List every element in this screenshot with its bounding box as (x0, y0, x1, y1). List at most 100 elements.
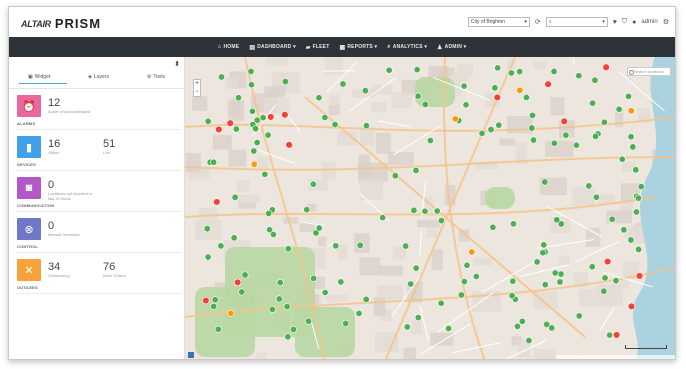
zoom-in-button[interactable]: + (194, 80, 200, 88)
status-ok-marker[interactable] (247, 81, 255, 89)
status-ok-marker[interactable] (232, 125, 240, 133)
nav-item-fleet[interactable]: ▰ FLEET (306, 44, 330, 51)
status-ok-marker[interactable] (361, 87, 369, 95)
status-warning-marker[interactable] (627, 107, 635, 115)
status-ok-marker[interactable] (518, 317, 526, 325)
status-ok-marker[interactable] (460, 278, 468, 286)
status-ok-marker[interactable] (315, 94, 323, 102)
status-ok-marker[interactable] (247, 67, 255, 75)
status-ok-marker[interactable] (637, 183, 645, 191)
status-ok-marker[interactable] (265, 209, 273, 217)
status-ok-marker[interactable] (600, 287, 608, 295)
status-ok-marker[interactable] (620, 226, 628, 234)
refresh-icon[interactable]: ⟳ (535, 18, 541, 26)
status-ok-marker[interactable] (575, 72, 583, 80)
status-ok-marker[interactable] (629, 143, 637, 151)
status-ok-marker[interactable] (600, 118, 608, 126)
status-ok-marker[interactable] (253, 139, 261, 147)
status-ok-marker[interactable] (553, 216, 561, 224)
status-ok-marker[interactable] (252, 125, 260, 133)
status-ok-marker[interactable] (472, 273, 480, 281)
status-ok-marker[interactable] (551, 269, 559, 277)
status-alarm-marker[interactable] (202, 296, 210, 305)
status-alarm-marker[interactable] (213, 198, 221, 206)
status-ok-marker[interactable] (379, 214, 387, 222)
tab-widget[interactable]: ▣ Widget (28, 74, 50, 80)
city-select[interactable]: City of Brighton ▾ (467, 17, 530, 27)
nav-item-reports[interactable]: ▦ REPORTS ▾ (339, 44, 377, 51)
nav-item-home[interactable]: ⌂ HOME (218, 44, 240, 50)
map-search-input[interactable]: Search locations (627, 67, 671, 76)
bell-icon[interactable]: ♥ (613, 19, 617, 26)
status-alarm-marker[interactable] (544, 80, 552, 88)
status-ok-marker[interactable] (230, 234, 238, 242)
status-ok-marker[interactable] (528, 124, 536, 132)
status-alarm-marker[interactable] (226, 119, 234, 127)
status-alarm-marker[interactable] (635, 272, 644, 280)
status-warning-marker[interactable] (451, 115, 459, 123)
status-ok-marker[interactable] (612, 277, 620, 285)
status-ok-marker[interactable] (588, 263, 596, 271)
status-ok-marker[interactable] (414, 92, 422, 100)
status-ok-marker[interactable] (529, 111, 537, 119)
status-ok-marker[interactable] (337, 278, 345, 286)
status-ok-marker[interactable] (513, 322, 521, 330)
status-alarm-marker[interactable] (281, 111, 289, 119)
status-ok-marker[interactable] (437, 217, 445, 225)
zoom-out-button[interactable]: − (194, 88, 200, 96)
status-warning-marker[interactable] (227, 309, 235, 317)
app-logo[interactable]: ALTAIR PRISM (21, 16, 101, 31)
tab-tools[interactable]: ⚙ Tools (147, 74, 165, 80)
status-ok-marker[interactable] (541, 281, 549, 289)
status-ok-marker[interactable] (203, 225, 211, 233)
status-ok-marker[interactable] (632, 166, 640, 174)
status-ok-marker[interactable] (211, 296, 219, 304)
status-ok-marker[interactable] (608, 215, 616, 223)
status-ok-marker[interactable] (489, 223, 497, 231)
status-ok-marker[interactable] (321, 114, 329, 122)
status-ok-marker[interactable] (421, 100, 429, 108)
status-ok-marker[interactable] (303, 206, 311, 214)
status-ok-marker[interactable] (615, 105, 623, 113)
status-ok-marker[interactable] (284, 245, 292, 253)
status-ok-marker[interactable] (445, 324, 453, 332)
status-ok-marker[interactable] (332, 242, 340, 250)
status-ok-marker[interactable] (413, 66, 421, 74)
status-ok-marker[interactable] (385, 66, 393, 74)
status-ok-marker[interactable] (210, 158, 218, 166)
status-ok-marker[interactable] (592, 132, 600, 140)
status-ok-marker[interactable] (214, 325, 222, 333)
status-ok-marker[interactable] (264, 131, 272, 139)
status-ok-marker[interactable] (627, 236, 635, 244)
status-alarm-marker[interactable] (267, 113, 275, 121)
status-ok-marker[interactable] (627, 133, 635, 141)
status-ok-marker[interactable] (507, 69, 515, 77)
status-ok-marker[interactable] (632, 208, 640, 216)
status-ok-marker[interactable] (269, 230, 277, 238)
status-ok-marker[interactable] (533, 258, 541, 266)
map-view[interactable]: + − Search locations (185, 57, 675, 359)
status-ok-marker[interactable] (592, 193, 600, 201)
status-ok-marker[interactable] (624, 92, 632, 100)
status-ok-marker[interactable] (572, 141, 580, 149)
status-ok-marker[interactable] (509, 277, 517, 285)
widget-card-devices[interactable]: ▮ 16 Offline 51 Live DEVICES (15, 134, 181, 174)
status-ok-marker[interactable] (331, 121, 339, 129)
widget-card-control[interactable]: ⊗ 0 Manual Overrides CONTROL (15, 216, 181, 256)
status-ok-marker[interactable] (634, 194, 642, 202)
status-ok-marker[interactable] (309, 180, 317, 188)
status-alarm-marker[interactable] (560, 117, 568, 126)
status-alarm-marker[interactable] (493, 93, 502, 102)
status-ok-marker[interactable] (601, 274, 609, 282)
user-icon[interactable]: ● (632, 19, 636, 26)
status-ok-marker[interactable] (463, 261, 471, 269)
search-select[interactable]: ⌕ ▾ (545, 17, 608, 27)
status-ok-marker[interactable] (310, 274, 318, 282)
status-ok-marker[interactable] (218, 73, 226, 81)
status-ok-marker[interactable] (276, 279, 284, 287)
status-ok-marker[interactable] (261, 170, 269, 178)
status-ok-marker[interactable] (478, 129, 486, 137)
status-ok-marker[interactable] (321, 288, 329, 296)
status-alarm-marker[interactable] (627, 302, 636, 310)
status-ok-marker[interactable] (530, 136, 538, 144)
